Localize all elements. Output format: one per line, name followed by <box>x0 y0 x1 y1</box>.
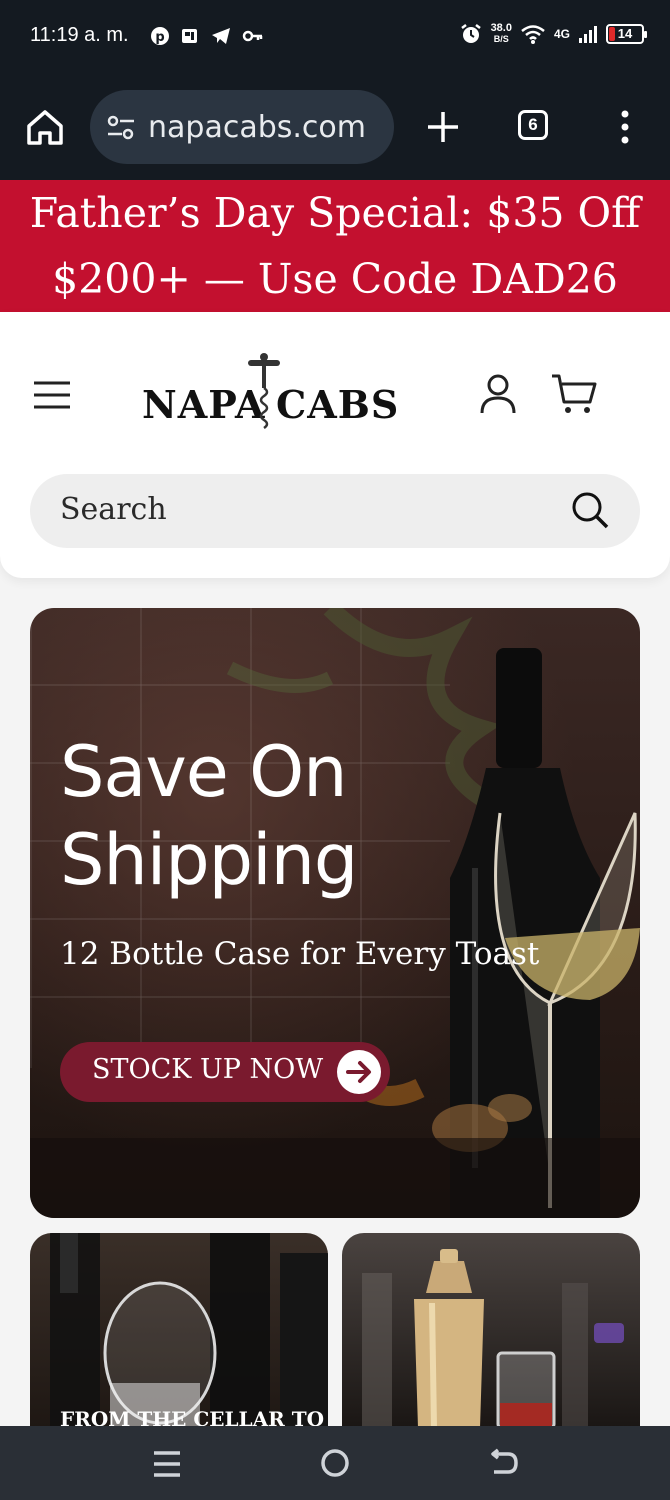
promo-line-1: Father’s Day Special: $35 Off <box>29 189 641 237</box>
address-bar[interactable]: napacabs.com <box>90 90 394 164</box>
stock-up-button[interactable]: STOCK UP NOW <box>60 1042 390 1102</box>
hero-banner[interactable]: Save On Shipping 12 Bottle Case for Ever… <box>30 608 640 1218</box>
search-bar[interactable]: Search <box>30 474 640 548</box>
battery-icon: 14 <box>606 24 647 44</box>
cocktail-shaker-image <box>362 1249 624 1428</box>
site-header: NAPA CABS Search <box>0 312 670 578</box>
search-input[interactable]: Search <box>60 492 167 527</box>
cart-icon[interactable] <box>550 372 598 416</box>
more-vertical-icon[interactable] <box>612 108 638 146</box>
speed-value: 38.0 <box>490 22 512 34</box>
user-icon[interactable] <box>478 372 518 416</box>
system-navigation-bar <box>0 1426 670 1500</box>
network-type: 4G <box>553 27 570 41</box>
hero-title: Save On Shipping <box>60 728 358 904</box>
tab-switcher-button[interactable]: 6 <box>518 110 548 140</box>
back-icon[interactable] <box>486 1448 520 1478</box>
arrow-right-circle-icon <box>337 1050 381 1094</box>
key-icon <box>242 30 263 42</box>
wifi-icon <box>521 25 545 44</box>
category-card-accessories[interactable] <box>342 1233 640 1428</box>
browser-toolbar: napacabs.com 6 <box>0 78 670 180</box>
status-time: 11:19 a. m. <box>30 24 129 46</box>
promo-banner[interactable]: Father’s Day Special: $35 Off $200+ — Us… <box>0 180 670 312</box>
plus-icon[interactable] <box>424 108 462 146</box>
svg-text:p: p <box>155 30 164 45</box>
site-logo[interactable]: NAPA CABS <box>142 352 398 438</box>
alarm-icon <box>460 24 481 43</box>
hero-title-line-2: Shipping <box>60 819 358 901</box>
promo-line-2: $200+ — Use Code DAD26 <box>52 255 618 303</box>
news-icon <box>182 29 197 43</box>
telegram-icon <box>212 28 230 44</box>
card-label: FROM THE CELLAR TO <box>60 1407 325 1428</box>
signal-icon <box>579 26 597 43</box>
notification-icons: p <box>150 26 264 46</box>
hero-title-line-1: Save On <box>60 731 348 813</box>
network-speed: 38.0 B/S <box>491 23 512 45</box>
hamburger-icon[interactable] <box>32 380 72 410</box>
home-circle-icon[interactable] <box>318 1446 352 1480</box>
tune-icon[interactable] <box>106 114 136 142</box>
url-text: napacabs.com <box>148 110 366 145</box>
search-icon[interactable] <box>570 490 610 530</box>
system-icons: 38.0 B/S 4G 14 <box>459 22 647 46</box>
speed-unit: B/S <box>493 34 509 44</box>
home-icon[interactable] <box>24 106 66 148</box>
status-bar: 11:19 a. m. p 38.0 B/S 4G 14 <box>0 0 670 78</box>
logo-text-right: CABS <box>276 382 400 427</box>
pinterest-icon: p <box>151 27 169 45</box>
stock-up-label: STOCK UP NOW <box>92 1054 324 1085</box>
wine-bottle-glass-image <box>30 608 640 1218</box>
hero-subtitle: 12 Bottle Case for Every Toast <box>60 936 540 972</box>
recents-icon[interactable] <box>150 1450 184 1478</box>
category-card-cellar[interactable]: FROM THE CELLAR TO <box>30 1233 328 1428</box>
wine-bottles-image <box>50 1233 328 1428</box>
